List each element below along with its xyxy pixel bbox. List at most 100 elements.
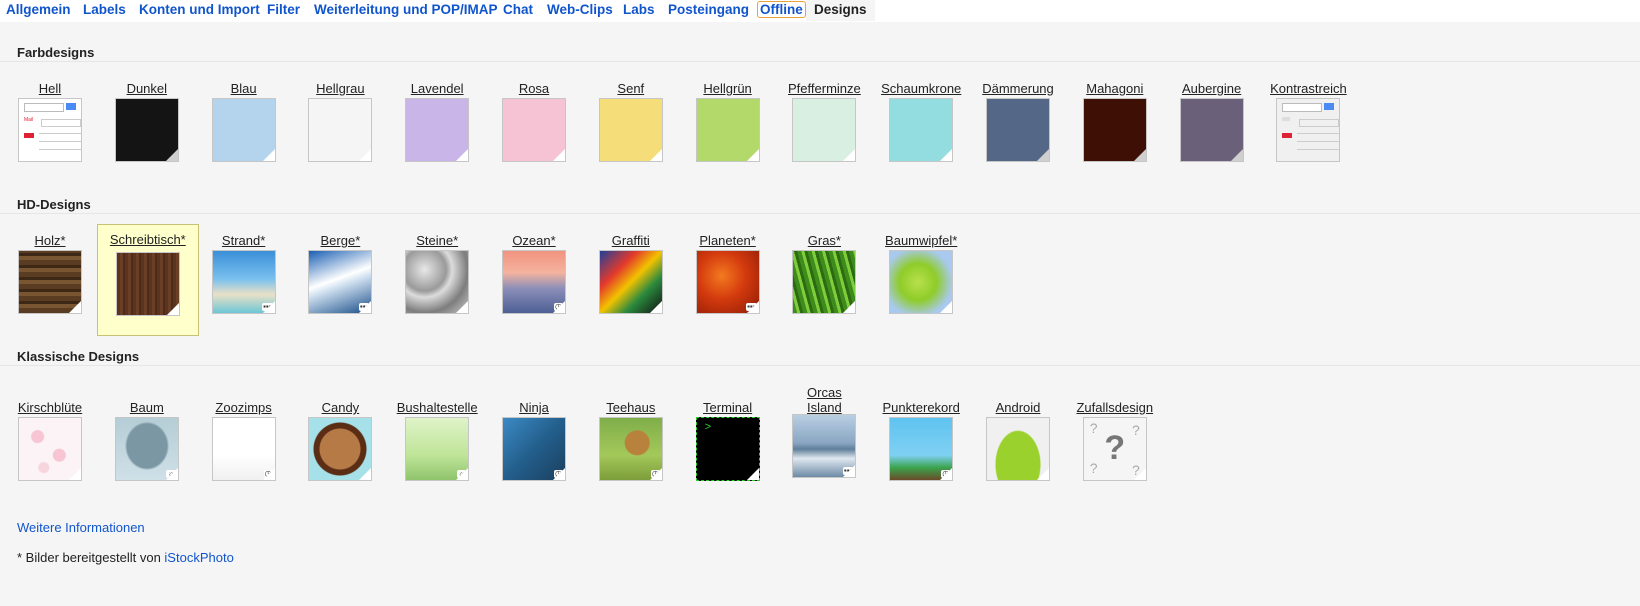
tab-konten-und-import[interactable]: Konten und Import xyxy=(139,2,260,17)
theme-thumbnail[interactable]: ☼ xyxy=(405,417,470,481)
theme-bushaltestelle[interactable]: Bushaltestelle ☼ xyxy=(387,394,487,490)
theme-aubergine[interactable]: Aubergine xyxy=(1162,75,1262,171)
theme-thumbnail[interactable]: ????? xyxy=(1082,417,1147,481)
theme-label[interactable]: Berge* xyxy=(290,233,390,248)
theme-thumbnail[interactable]: ▪▪▪ xyxy=(211,250,276,314)
theme-strand[interactable]: Strand* ▪▪▪ xyxy=(194,227,294,323)
theme-daemmerung[interactable]: Dämmerung xyxy=(968,75,1068,171)
theme-label[interactable]: Holz* xyxy=(0,233,100,248)
theme-thumbnail[interactable] xyxy=(986,98,1050,162)
theme-label[interactable]: Android xyxy=(968,400,1068,415)
theme-thumbnail[interactable] xyxy=(18,417,82,481)
theme-thumbnail[interactable] xyxy=(308,417,373,481)
theme-kontrastreich[interactable]: Kontrastreich xyxy=(1258,75,1358,171)
theme-graffiti[interactable]: Graffiti xyxy=(581,227,681,323)
theme-thumbnail[interactable] xyxy=(405,250,470,314)
theme-label[interactable]: Hellgrün xyxy=(678,81,778,96)
theme-thumbnail[interactable]: ◷ xyxy=(598,417,663,481)
theme-label[interactable]: Kirschblüte xyxy=(0,400,100,415)
theme-thumbnail[interactable] xyxy=(889,98,954,162)
theme-thumbnail[interactable] xyxy=(1082,98,1147,162)
theme-baum[interactable]: Baum ☼ xyxy=(97,394,197,490)
theme-label[interactable]: Gras* xyxy=(774,233,874,248)
istockphoto-link[interactable]: iStockPhoto xyxy=(164,550,233,565)
theme-dunkel[interactable]: Dunkel xyxy=(97,75,197,171)
theme-thumbnail[interactable]: ◷ xyxy=(889,417,954,481)
theme-label[interactable]: Punkterekord xyxy=(871,400,971,415)
theme-mahagoni[interactable]: Mahagoni xyxy=(1065,75,1165,171)
tab-posteingang[interactable]: Posteingang xyxy=(668,2,749,17)
theme-thumbnail[interactable] xyxy=(18,250,82,314)
tab-chat[interactable]: Chat xyxy=(503,2,533,17)
tab-web-clips[interactable]: Web-Clips xyxy=(547,2,613,17)
theme-thumbnail[interactable] xyxy=(1179,98,1244,162)
tab-filter[interactable]: Filter xyxy=(267,2,300,17)
theme-label[interactable]: Pfefferminze xyxy=(774,81,874,96)
theme-thumbnail[interactable] xyxy=(114,98,179,162)
theme-label[interactable]: Zufallsdesign xyxy=(1065,400,1165,415)
theme-label[interactable]: Schreibtisch* xyxy=(98,232,198,247)
theme-label[interactable]: Steine* xyxy=(387,233,487,248)
theme-label[interactable]: Baumwipfel* xyxy=(871,233,971,248)
theme-label[interactable]: Schaumkrone xyxy=(871,81,971,96)
theme-thumbnail[interactable] xyxy=(695,98,760,162)
theme-candy[interactable]: Candy xyxy=(290,394,390,490)
theme-schreibtisch[interactable]: Schreibtisch* xyxy=(96,224,199,336)
theme-label[interactable]: Dämmerung xyxy=(968,81,1068,96)
theme-label[interactable]: Dunkel xyxy=(97,81,197,96)
theme-terminal[interactable]: Terminal > xyxy=(678,394,778,490)
theme-label[interactable]: Senf xyxy=(581,81,681,96)
theme-ozean[interactable]: Ozean* ◷ xyxy=(484,227,584,323)
theme-thumbnail[interactable] xyxy=(1276,98,1341,162)
tab-offline[interactable]: Offline xyxy=(757,1,806,18)
theme-schaumkrone[interactable]: Schaumkrone xyxy=(871,75,971,171)
theme-rosa[interactable]: Rosa xyxy=(484,75,584,171)
theme-label[interactable]: Candy xyxy=(290,400,390,415)
theme-pfefferminze[interactable]: Pfefferminze xyxy=(774,75,874,171)
theme-label[interactable]: Rosa xyxy=(484,81,584,96)
theme-label[interactable]: Ninja xyxy=(484,400,584,415)
tab-weiterleitung-und-pop-imap[interactable]: Weiterleitung und POP/IMAP xyxy=(314,2,498,17)
theme-label[interactable]: Lavendel xyxy=(387,81,487,96)
theme-zufallsdesign[interactable]: Zufallsdesign????? xyxy=(1065,394,1165,490)
tab-labs[interactable]: Labs xyxy=(623,2,655,17)
theme-thumbnail[interactable]: ◷ xyxy=(211,417,276,481)
theme-steine[interactable]: Steine* xyxy=(387,227,487,323)
theme-berge[interactable]: Berge* ▪▪▪ xyxy=(290,227,390,323)
theme-thumbnail[interactable]: ▪▪▪ xyxy=(792,414,857,478)
theme-thumbnail[interactable]: ▪▪▪ xyxy=(695,250,760,314)
theme-label[interactable]: Planeten* xyxy=(678,233,778,248)
tab-allgemein[interactable]: Allgemein xyxy=(6,2,71,17)
theme-thumbnail[interactable] xyxy=(598,98,663,162)
theme-label[interactable]: Terminal xyxy=(678,400,778,415)
theme-label[interactable]: Aubergine xyxy=(1162,81,1262,96)
theme-punkterekord[interactable]: Punkterekord ◷ xyxy=(871,394,971,490)
theme-thumbnail[interactable] xyxy=(502,98,566,162)
theme-thumbnail[interactable] xyxy=(211,98,276,162)
theme-thumbnail[interactable]: ◷ xyxy=(502,250,566,314)
theme-label[interactable]: Hell xyxy=(0,81,100,96)
theme-thumbnail[interactable]: ▪▪▪ xyxy=(308,250,373,314)
theme-label[interactable]: Hellgrau xyxy=(290,81,390,96)
theme-label[interactable]: Ozean* xyxy=(484,233,584,248)
theme-hell[interactable]: Hell Mail xyxy=(0,75,100,171)
theme-hellgruen[interactable]: Hellgrün xyxy=(678,75,778,171)
theme-thumbnail[interactable] xyxy=(405,98,470,162)
theme-label[interactable]: Mahagoni xyxy=(1065,81,1165,96)
theme-label[interactable]: Strand* xyxy=(194,233,294,248)
theme-thumbnail[interactable] xyxy=(986,417,1050,481)
theme-label[interactable]: Blau xyxy=(194,81,294,96)
theme-label[interactable]: Teehaus xyxy=(581,400,681,415)
theme-hellgrau[interactable]: Hellgrau xyxy=(290,75,390,171)
theme-android[interactable]: Android xyxy=(968,394,1068,490)
theme-zoozimps[interactable]: Zoozimps ◷ xyxy=(194,394,294,490)
theme-thumbnail[interactable]: > xyxy=(695,417,760,481)
theme-thumbnail[interactable] xyxy=(308,98,373,162)
theme-thumbnail[interactable]: Mail xyxy=(18,98,82,162)
theme-thumbnail[interactable] xyxy=(598,250,663,314)
theme-thumbnail[interactable] xyxy=(792,98,857,162)
theme-thumbnail[interactable] xyxy=(792,250,857,314)
theme-kirschbluete[interactable]: Kirschblüte xyxy=(0,394,100,490)
theme-label[interactable]: Graffiti xyxy=(581,233,681,248)
theme-thumbnail[interactable] xyxy=(115,252,180,316)
